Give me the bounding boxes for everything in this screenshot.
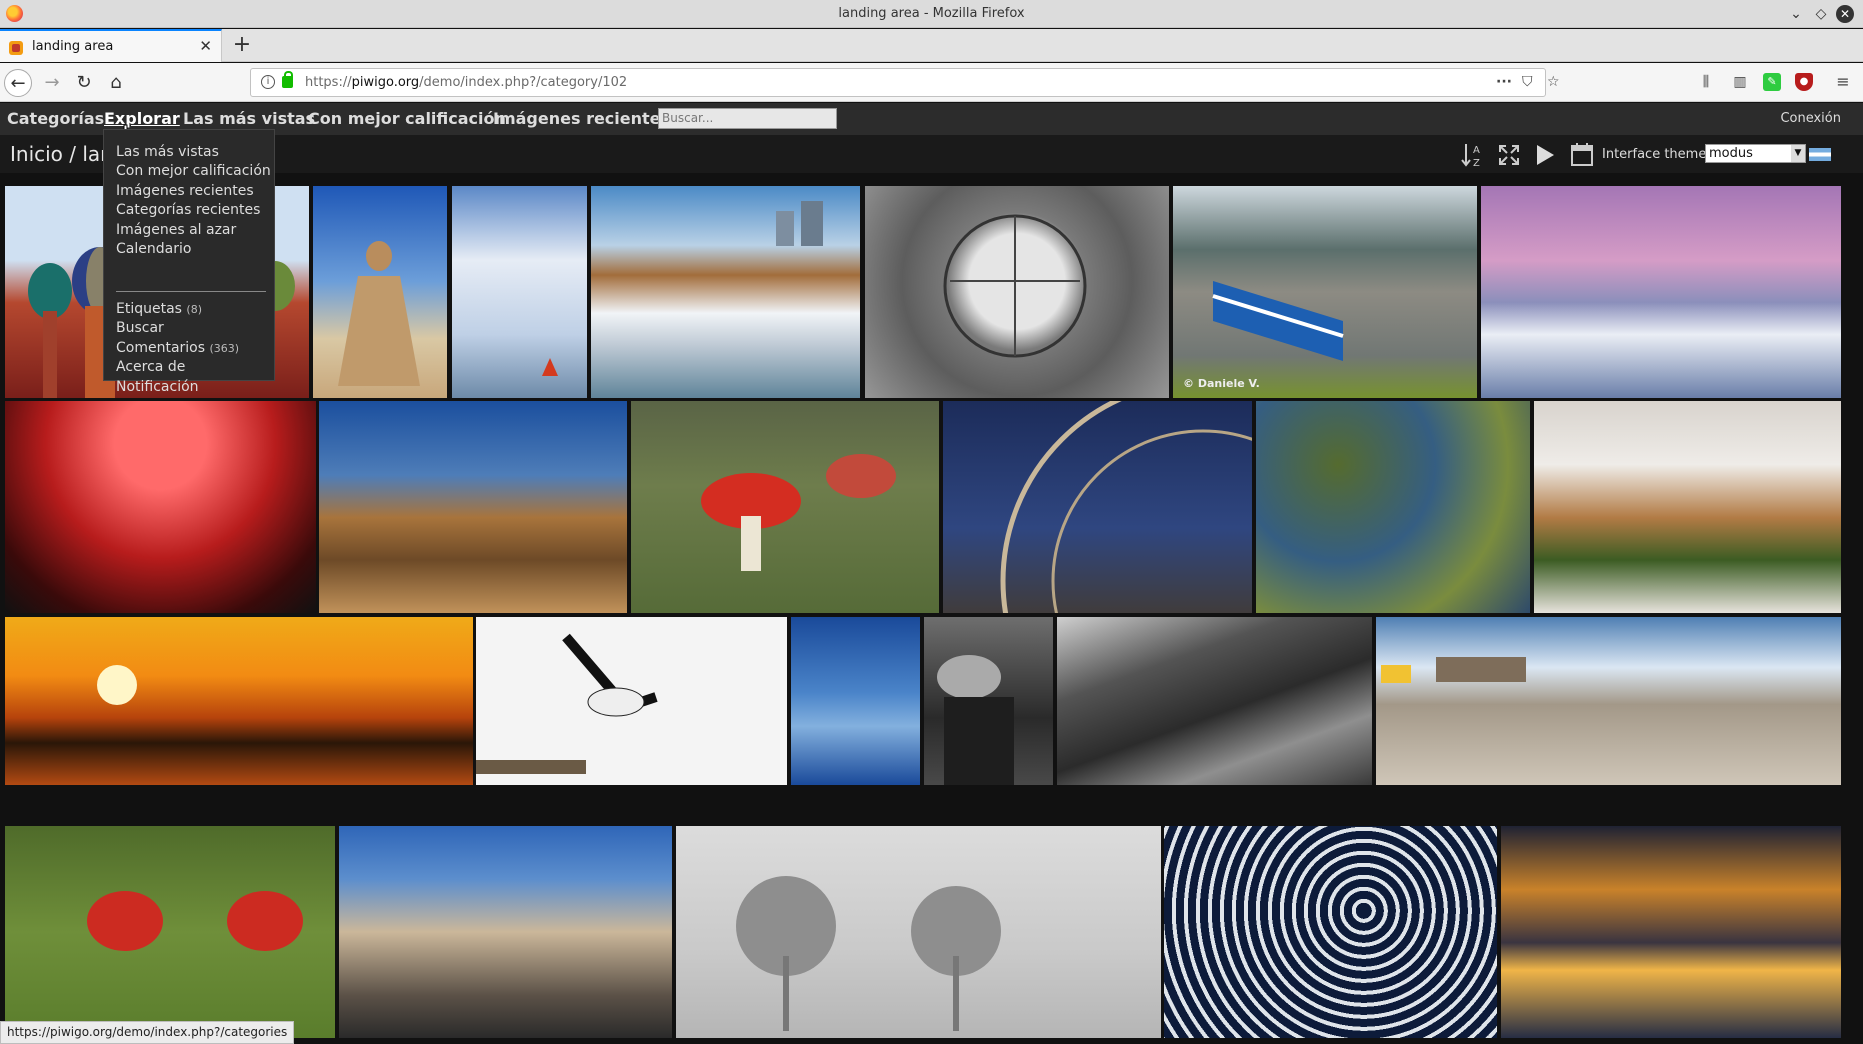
etiquetas-count: (8) <box>186 303 203 316</box>
photo-stormy-sunset[interactable] <box>1501 826 1841 1038</box>
photo-beach-huts[interactable] <box>1376 617 1841 785</box>
photo-glass-sphere[interactable] <box>865 186 1169 398</box>
dropdown-item-buscar[interactable]: Buscar <box>116 320 164 336</box>
photo-blue-rock-pool[interactable] <box>791 617 920 785</box>
tab-strip: landing area ✕ + <box>0 29 1863 62</box>
photo-foggy-trees[interactable] <box>676 826 1161 1038</box>
album-title-row: Inicio / lan A Z Interface theme: modus … <box>0 135 1863 173</box>
maximize-icon[interactable]: ◇ <box>1811 4 1831 24</box>
dropdown-item-acerca-de[interactable]: Acerca de <box>116 359 185 375</box>
breadcrumb[interactable]: Inicio / lan <box>10 142 113 166</box>
photo-firefighter[interactable] <box>924 617 1053 785</box>
url-text[interactable]: https://piwigo.org/demo/index.php?/categ… <box>305 75 627 90</box>
bookmark-star-icon[interactable]: ☆ <box>1547 74 1560 90</box>
info-icon[interactable]: i <box>261 75 275 89</box>
navigation-toolbar: ← → ↻ ⌂ i https://piwigo.org/demo/index.… <box>0 63 1863 102</box>
menu-categorias[interactable]: Categorías <box>7 109 104 128</box>
dropdown-item-comentarios[interactable]: Comentarios (363) <box>116 340 239 356</box>
back-button[interactable]: ← <box>4 69 32 97</box>
dropdown-item-categorias-recientes[interactable]: Categorías recientes <box>116 202 260 218</box>
menu-explorar[interactable]: Explorar <box>104 109 180 128</box>
dropdown-item-etiquetas[interactable]: Etiquetas (8) <box>116 301 202 317</box>
page-actions-icon[interactable]: ··· <box>1496 74 1512 90</box>
menu-imagenes-recientes[interactable]: Imágenes recientes <box>493 109 670 128</box>
menu-con-mejor-calificacion[interactable]: Con mejor calificación <box>308 109 506 128</box>
photo-ceremony-square[interactable] <box>339 826 672 1038</box>
chevron-down-icon: ▼ <box>1791 145 1805 162</box>
dropdown-item-las-mas-vistas[interactable]: Las más vistas <box>116 144 219 160</box>
close-window-icon[interactable]: ✕ <box>1836 5 1854 23</box>
photo-sunset-lake[interactable] <box>5 617 473 785</box>
ublock-shield-icon[interactable]: ● <box>1795 73 1813 91</box>
dropdown-item-imagenes-recientes[interactable]: Imágenes recientes <box>116 183 254 199</box>
photo-snowy-mountain[interactable] <box>1481 186 1841 398</box>
new-tab-button[interactable]: + <box>230 32 254 58</box>
library-icon[interactable]: ⫼ <box>1697 73 1715 91</box>
photo-bw-coast-cliff[interactable] <box>1057 617 1372 785</box>
dropdown-item-notificacion[interactable]: Notificación <box>116 379 199 395</box>
reload-button[interactable]: ↻ <box>70 69 98 97</box>
dropdown-item-con-mejor-calificacion[interactable]: Con mejor calificación <box>116 163 271 179</box>
dropdown-item-calendario[interactable]: Calendario <box>116 241 191 257</box>
tab-landing-area[interactable]: landing area ✕ <box>0 29 222 62</box>
photo-sand-sculpture[interactable] <box>313 186 447 398</box>
search-input[interactable]: Buscar... <box>658 108 837 129</box>
comentarios-count: (363) <box>209 342 240 355</box>
photo-mushrooms-moss[interactable] <box>5 826 335 1038</box>
url-bar[interactable]: i https://piwigo.org/demo/index.php?/cat… <box>250 68 1560 97</box>
pocket-icon[interactable]: ⛉ <box>1522 74 1533 90</box>
photo-red-mushroom[interactable] <box>631 401 939 613</box>
theme-select[interactable]: modus ▼ <box>1705 144 1806 163</box>
photo-train-station[interactable]: © Daniele V. <box>1173 186 1477 398</box>
status-bar-url: https://piwigo.org/demo/index.php?/categ… <box>0 1021 295 1044</box>
photo-sailboat-sky[interactable] <box>452 186 587 398</box>
window-title: landing area - Mozilla Firefox <box>838 6 1025 21</box>
piwigo-favicon-icon <box>9 41 23 55</box>
language-flag-icon[interactable] <box>1809 148 1831 161</box>
dropdown-item-imagenes-al-azar[interactable]: Imágenes al azar <box>116 222 236 238</box>
photo-lattice-facade[interactable] <box>1164 826 1497 1038</box>
hamburger-menu-icon[interactable]: ≡ <box>1834 73 1852 91</box>
extension-icon[interactable]: ✎ <box>1763 73 1781 91</box>
svg-text:A: A <box>1473 145 1480 156</box>
theme-select-value: modus <box>1709 146 1753 161</box>
piwigo-menubar: Categorías Explorar Las más vistas Con m… <box>0 103 1863 135</box>
photo-niagara-falls[interactable] <box>591 186 860 398</box>
comentarios-label: Comentarios <box>116 340 206 356</box>
login-link[interactable]: Conexión <box>1780 111 1841 126</box>
photo-caption: © Daniele V. <box>1183 377 1260 390</box>
photo-aerial-wetland[interactable] <box>1256 401 1530 613</box>
forward-button[interactable]: → <box>38 69 66 97</box>
sort-order-icon[interactable]: A Z <box>1461 142 1485 168</box>
tab-label: landing area <box>32 39 114 54</box>
etiquetas-label: Etiquetas <box>116 301 182 317</box>
dropdown-divider <box>116 291 266 292</box>
calendar-icon[interactable] <box>1570 142 1594 167</box>
theme-label: Interface theme: <box>1602 147 1711 162</box>
home-button[interactable]: ⌂ <box>102 69 130 97</box>
explorar-dropdown-menu: Las más vistas Con mejor calificación Im… <box>103 129 275 395</box>
lock-icon[interactable] <box>282 71 293 88</box>
photo-desert-canyon[interactable] <box>319 401 627 613</box>
photo-burger-plate[interactable] <box>1534 401 1841 613</box>
sidebar-icon[interactable]: ▥ <box>1731 73 1749 91</box>
svg-text:Z: Z <box>1473 158 1480 168</box>
photo-fireworks[interactable] <box>5 401 316 613</box>
fullscreen-icon[interactable] <box>1498 144 1520 166</box>
minimize-icon[interactable]: ⌄ <box>1786 4 1806 24</box>
window-titlebar: landing area - Mozilla Firefox ⌄ ◇ ✕ <box>0 0 1863 28</box>
close-tab-icon[interactable]: ✕ <box>199 37 212 55</box>
menu-las-mas-vistas[interactable]: Las más vistas <box>183 109 315 128</box>
photo-ferris-wheel[interactable] <box>943 401 1252 613</box>
page-content: Categorías Explorar Las más vistas Con m… <box>0 103 1863 1044</box>
photo-stork-nest[interactable] <box>476 617 787 785</box>
slideshow-play-icon[interactable] <box>1535 144 1555 166</box>
